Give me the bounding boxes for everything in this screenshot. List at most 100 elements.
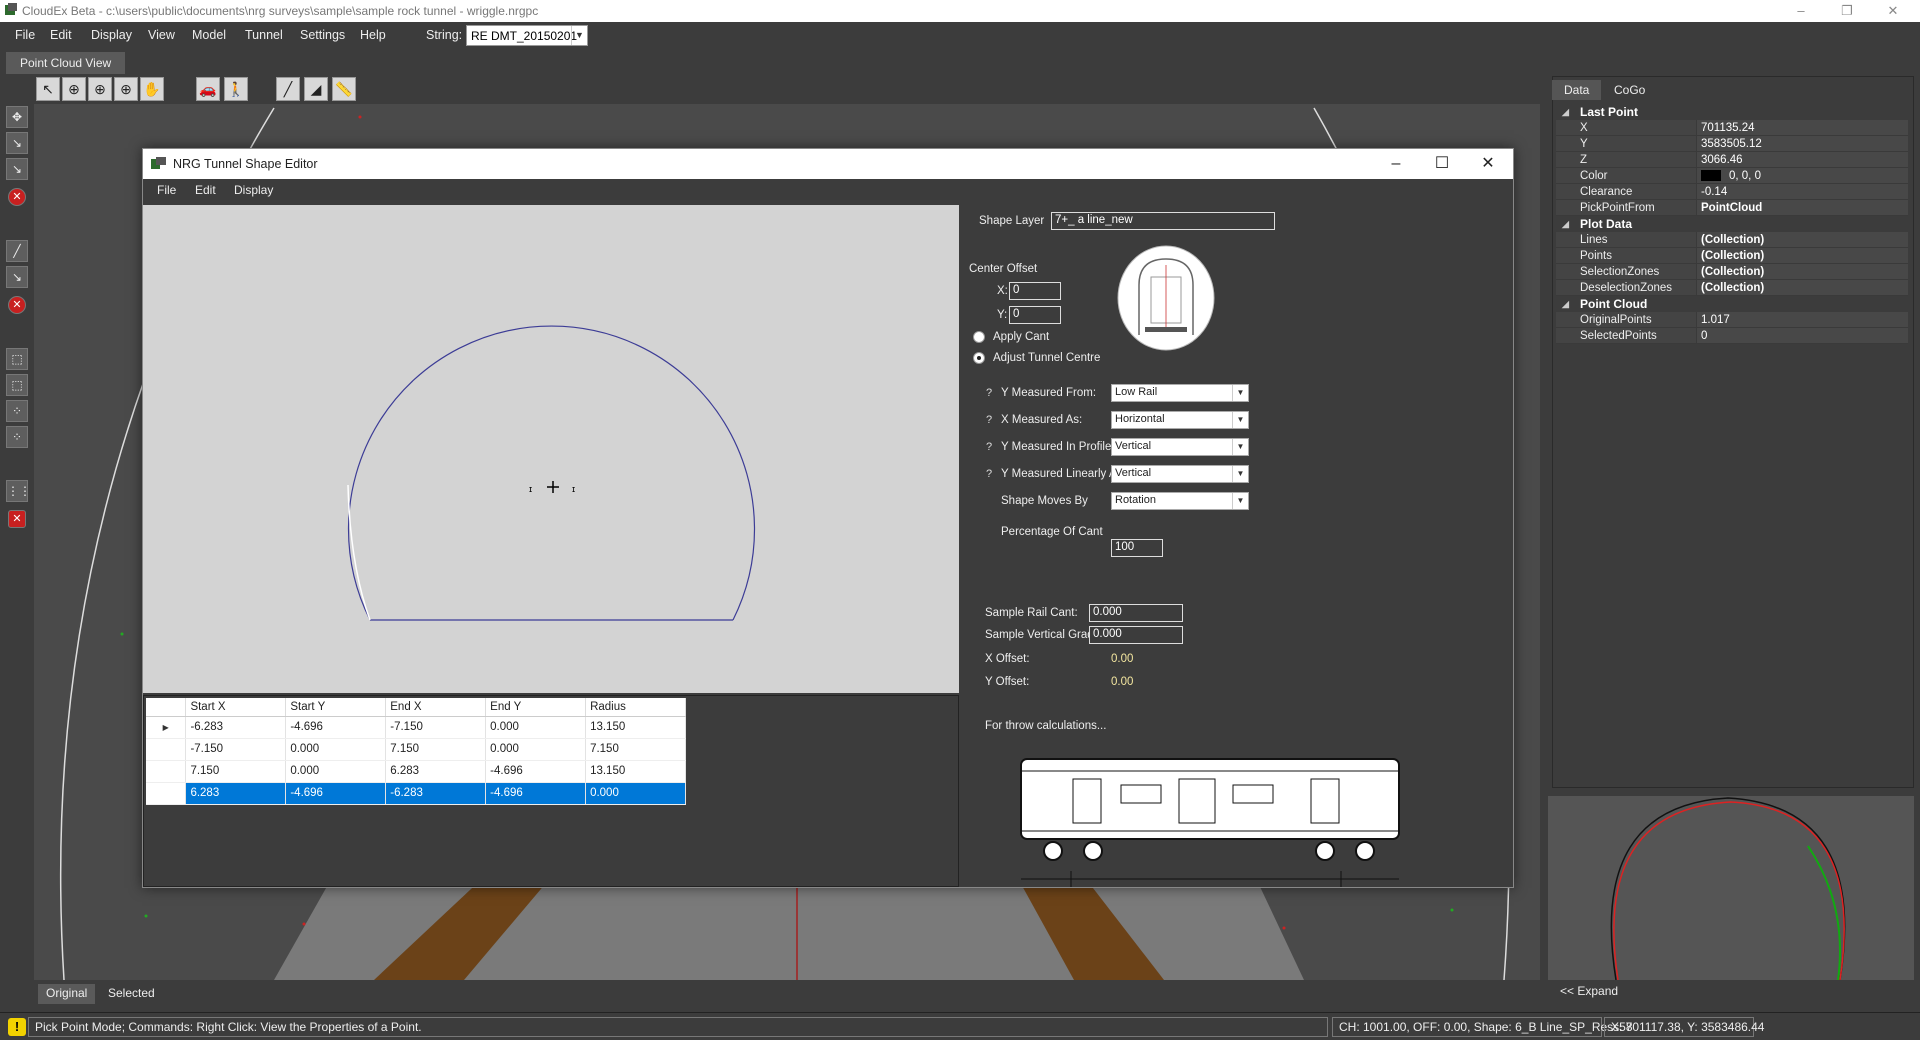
pan-button[interactable]: ✋ — [140, 77, 164, 101]
table-cell[interactable]: 6.283 — [385, 760, 487, 783]
col-radius[interactable]: Radius — [585, 698, 686, 717]
profile-mini-view[interactable] — [1548, 796, 1914, 980]
property-row[interactable]: Color 0, 0, 0 — [1556, 168, 1908, 184]
center-y-input[interactable]: 0 — [1009, 306, 1061, 324]
property-row[interactable]: X 701135.24 — [1556, 120, 1908, 136]
category-plot-data[interactable]: ◢ Plot Data — [1556, 216, 1908, 232]
string-dropdown[interactable]: RE DMT_20150201 ▼ — [466, 25, 588, 46]
property-row[interactable]: DeselectionZones (Collection) — [1556, 280, 1908, 296]
menu-model[interactable]: Model — [192, 28, 226, 42]
sample-rail-cant-input[interactable]: 0.000 — [1089, 604, 1183, 622]
measure-area-button[interactable]: ◢ — [304, 77, 328, 101]
select-arrow-button[interactable]: ↘ — [6, 266, 28, 288]
y-linearly-as-dropdown[interactable]: Vertical ▼ — [1111, 465, 1249, 483]
table-cell[interactable]: -4.696 — [485, 760, 587, 783]
move-tool-button[interactable]: ✥ — [6, 106, 28, 128]
shape-moves-by-dropdown[interactable]: Rotation ▼ — [1111, 492, 1249, 510]
tab-point-cloud-view[interactable]: Point Cloud View — [6, 52, 126, 74]
table-cell[interactable]: -6.283 — [385, 782, 487, 805]
row-header[interactable] — [146, 760, 187, 783]
collapse-icon[interactable]: ◢ — [1562, 296, 1569, 312]
table-cell[interactable]: 0.000 — [485, 716, 587, 739]
table-row[interactable]: -7.150 0.000 7.150 0.000 7.150 — [146, 738, 686, 761]
table-cell[interactable]: 13.150 — [585, 760, 686, 783]
x-measured-as-dropdown[interactable]: Horizontal ▼ — [1111, 411, 1249, 429]
property-row[interactable]: SelectedPoints 0 — [1556, 328, 1908, 344]
help-icon[interactable]: ? — [986, 387, 992, 399]
collapse-icon[interactable]: ◢ — [1562, 104, 1569, 120]
property-row[interactable]: SelectionZones (Collection) — [1556, 264, 1908, 280]
segment-table[interactable]: Start X Start Y End X End Y Radius ▶ -6.… — [146, 698, 686, 805]
pointer-tool-button[interactable]: ↖ — [36, 77, 60, 101]
point-grid-button[interactable]: ⁘ — [6, 426, 28, 448]
tab-data[interactable]: Data — [1552, 80, 1602, 100]
clear-selection-icon[interactable]: ✕ — [8, 296, 26, 314]
table-row-selected[interactable]: 6.283 -4.696 -6.283 -4.696 0.000 — [146, 782, 686, 805]
dialog-menu-file[interactable]: File — [157, 183, 176, 197]
ruler-button[interactable]: 📏 — [332, 77, 356, 101]
table-cell[interactable]: -7.150 — [185, 738, 287, 761]
category-last-point[interactable]: ◢ Last Point — [1556, 104, 1908, 120]
table-cell[interactable]: -6.283 — [185, 716, 287, 739]
help-icon[interactable]: ? — [986, 414, 992, 426]
delete-icon[interactable]: ✕ — [8, 188, 26, 206]
tab-selected[interactable]: Selected — [100, 984, 163, 1004]
row-header[interactable] — [146, 738, 187, 761]
menu-edit[interactable]: Edit — [50, 28, 72, 42]
col-end-y[interactable]: End Y — [485, 698, 587, 717]
zoom-in-button[interactable]: ⊕ — [88, 77, 112, 101]
clear-points-icon[interactable]: ✕ — [8, 510, 26, 528]
menu-help[interactable]: Help — [360, 28, 386, 42]
walk-view-button[interactable]: 🚶 — [224, 77, 248, 101]
measure-line-button[interactable]: ╱ — [276, 77, 300, 101]
property-row[interactable]: Clearance -0.14 — [1556, 184, 1908, 200]
tab-original[interactable]: Original — [38, 984, 96, 1004]
expand-button[interactable]: << Expand — [1560, 984, 1618, 998]
car-view-button[interactable]: 🚗 — [196, 77, 220, 101]
col-end-x[interactable]: End X — [385, 698, 487, 717]
zoom-window-button[interactable]: ⊕ — [62, 77, 86, 101]
restore-button[interactable]: ❐ — [1824, 0, 1870, 22]
menu-settings[interactable]: Settings — [300, 28, 345, 42]
deselect-zone-button[interactable]: ⬚ — [6, 374, 28, 396]
menu-file[interactable]: File — [15, 28, 35, 42]
pick-point-button[interactable]: ↘ — [6, 158, 28, 180]
col-start-x[interactable]: Start X — [185, 698, 287, 717]
adjust-centre-radio[interactable] — [973, 352, 985, 364]
table-cell[interactable]: 0.000 — [285, 738, 387, 761]
table-cell[interactable]: 6.283 — [185, 782, 287, 805]
zoom-extents-button[interactable]: ⊕ — [114, 77, 138, 101]
table-row[interactable]: 7.150 0.000 6.283 -4.696 13.150 — [146, 760, 686, 783]
property-row[interactable]: OriginalPoints 1.017 — [1556, 312, 1908, 328]
category-point-cloud[interactable]: ◢ Point Cloud — [1556, 296, 1908, 312]
minimize-button[interactable]: – — [1778, 0, 1824, 22]
tab-cogo[interactable]: CoGo — [1602, 80, 1657, 100]
table-cell[interactable]: 13.150 — [585, 716, 686, 739]
dialog-menu-edit[interactable]: Edit — [195, 183, 216, 197]
table-cell[interactable]: 0.000 — [485, 738, 587, 761]
apply-cant-radio[interactable] — [973, 331, 985, 343]
table-cell[interactable]: 7.150 — [385, 738, 487, 761]
menu-view[interactable]: View — [148, 28, 175, 42]
percentage-cant-input[interactable]: 100 — [1111, 539, 1163, 557]
center-x-input[interactable]: 0 — [1009, 282, 1061, 300]
table-cell[interactable]: 7.150 — [185, 760, 287, 783]
pick-arrow-button[interactable]: ↘ — [6, 132, 28, 154]
shape-canvas[interactable]: ɪ ɪ — [143, 205, 959, 693]
table-cell[interactable]: -4.696 — [285, 716, 387, 739]
table-cell[interactable]: 0.000 — [585, 782, 686, 805]
y-measured-from-dropdown[interactable]: Low Rail ▼ — [1111, 384, 1249, 402]
y-profile-as-dropdown[interactable]: Vertical ▼ — [1111, 438, 1249, 456]
grid-button[interactable]: ⋮⋮ — [6, 480, 31, 502]
help-icon[interactable]: ? — [986, 441, 992, 453]
property-row[interactable]: Lines (Collection) — [1556, 232, 1908, 248]
property-row[interactable]: PickPointFrom PointCloud — [1556, 200, 1908, 216]
close-button[interactable]: ✕ — [1870, 0, 1916, 22]
table-cell[interactable]: 0.000 — [285, 760, 387, 783]
property-row[interactable]: Points (Collection) — [1556, 248, 1908, 264]
table-row[interactable]: ▶ -6.283 -4.696 -7.150 0.000 13.150 — [146, 716, 686, 739]
draw-line-button[interactable]: ╱ — [6, 240, 28, 262]
menu-tunnel[interactable]: Tunnel — [245, 28, 283, 42]
dialog-close-button[interactable]: ✕ — [1465, 149, 1511, 179]
table-cell[interactable]: 7.150 — [585, 738, 686, 761]
